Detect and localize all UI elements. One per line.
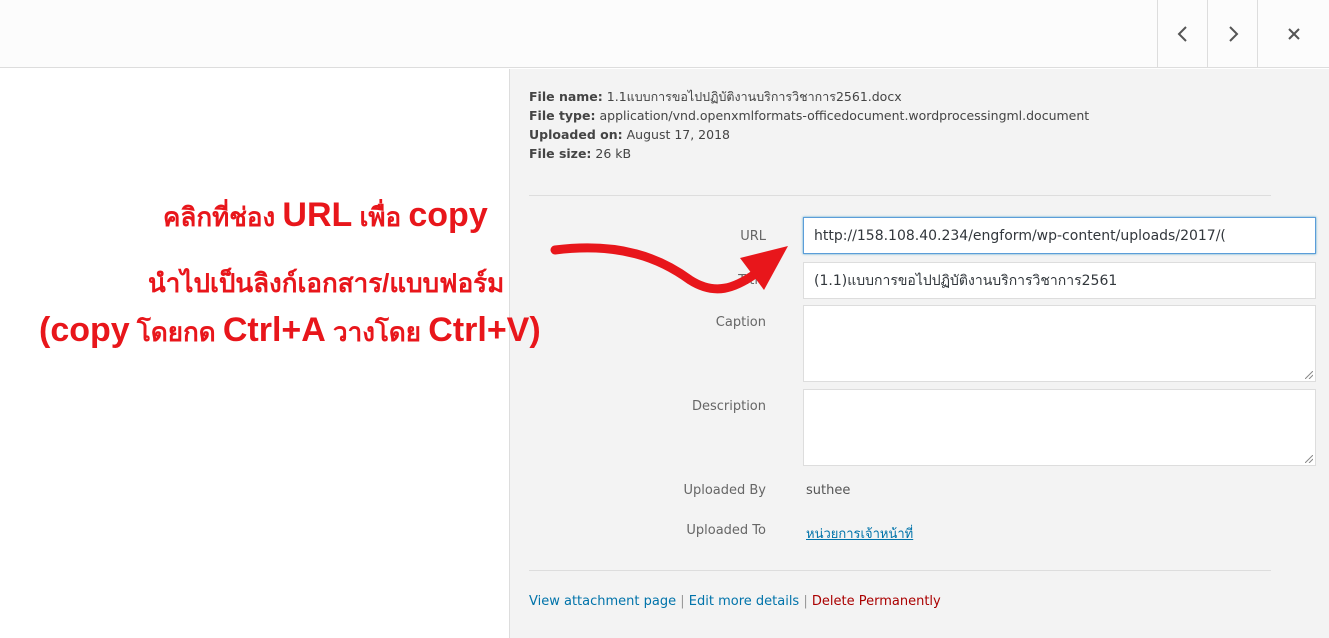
url-field-value: http://158.108.40.234/engform/wp-content… xyxy=(814,227,1226,244)
next-attachment-button[interactable] xyxy=(1207,0,1257,67)
annotation-line-2: นำไปเป็นลิงก์เอกสาร/แบบฟอร์ม xyxy=(148,268,505,298)
description-textarea[interactable] xyxy=(803,389,1316,466)
modal-header xyxy=(0,0,1329,68)
annotation-emphasis: copy xyxy=(408,196,488,234)
file-name-value: 1.1แบบการขอไปปฏิบัติงานบริการวิชาการ2561… xyxy=(606,89,902,104)
file-name-label: File name: xyxy=(529,89,603,104)
file-type-label: File type: xyxy=(529,108,596,123)
annotation-arrow xyxy=(550,243,788,294)
uploaded-by-value: suthee xyxy=(806,483,851,498)
uploaded-on-row: Uploaded on: August 17, 2018 xyxy=(529,125,1269,144)
file-type-row: File type: application/vnd.openxmlformat… xyxy=(529,106,1269,125)
actions-separator: | xyxy=(680,594,685,609)
file-size-row: File size: 26 kB xyxy=(529,144,1269,163)
annotation-emphasis: Ctrl+V) xyxy=(428,311,541,349)
actions-separator: | xyxy=(803,594,808,609)
file-size-value: 26 kB xyxy=(595,146,632,161)
uploaded-on-value: August 17, 2018 xyxy=(626,127,730,142)
annotation-line-3: (copy โดยกด Ctrl+A วางโดย Ctrl+V) xyxy=(39,311,541,353)
title-field[interactable]: (1.1)แบบการขอไปปฏิบัติงานบริการวิชาการ25… xyxy=(803,262,1316,299)
annotation-emphasis: (copy xyxy=(39,311,130,349)
annotation-text: วางโดย xyxy=(325,317,429,347)
close-icon xyxy=(1287,27,1300,40)
uploaded-on-label: Uploaded on: xyxy=(529,127,623,142)
annotation-line-1: คลิกที่ช่อง URL เพื่อ copy xyxy=(163,196,488,238)
description-label: Description xyxy=(691,399,766,414)
delete-permanently-link[interactable]: Delete Permanently xyxy=(812,594,941,609)
chevron-right-icon xyxy=(1228,25,1238,42)
details-divider xyxy=(529,195,1271,196)
annotation-text: คลิกที่ช่อง xyxy=(163,202,283,232)
attachment-actions: View attachment page | Edit more details… xyxy=(529,594,941,609)
annotation-emphasis: Ctrl+A xyxy=(222,311,326,349)
file-size-label: File size: xyxy=(529,146,592,161)
url-field[interactable]: http://158.108.40.234/engform/wp-content… xyxy=(803,217,1316,254)
file-name-row: File name: 1.1แบบการขอไปปฏิบัติงานบริการ… xyxy=(529,87,1269,106)
annotation-emphasis: URL xyxy=(282,196,353,234)
attachment-details-sidebar: File name: 1.1แบบการขอไปปฏิบัติงานบริการ… xyxy=(509,69,1329,638)
file-details: File name: 1.1แบบการขอไปปฏิบัติงานบริการ… xyxy=(529,87,1269,163)
uploaded-to-label: Uploaded To xyxy=(686,523,766,538)
attachment-preview xyxy=(0,69,509,638)
previous-attachment-button[interactable] xyxy=(1157,0,1207,67)
title-field-value: (1.1)แบบการขอไปปฏิบัติงานบริการวิชาการ25… xyxy=(814,272,1118,289)
view-attachment-link[interactable]: View attachment page xyxy=(529,594,676,609)
uploaded-to-link[interactable]: หน่วยการเจ้าหน้าที่ xyxy=(806,523,913,544)
annotation-text: เพื่อ xyxy=(352,202,409,232)
actions-divider xyxy=(529,570,1271,571)
caption-textarea[interactable] xyxy=(803,305,1316,382)
close-button[interactable] xyxy=(1257,0,1329,67)
annotation-text: โดยกด xyxy=(129,317,223,347)
chevron-left-icon xyxy=(1177,25,1187,42)
edit-details-link[interactable]: Edit more details xyxy=(689,594,799,609)
file-type-value: application/vnd.openxmlformats-officedoc… xyxy=(599,108,1090,123)
resize-grip-icon[interactable] xyxy=(1305,455,1313,463)
uploaded-by-label: Uploaded By xyxy=(683,483,766,498)
resize-grip-icon[interactable] xyxy=(1305,371,1313,379)
